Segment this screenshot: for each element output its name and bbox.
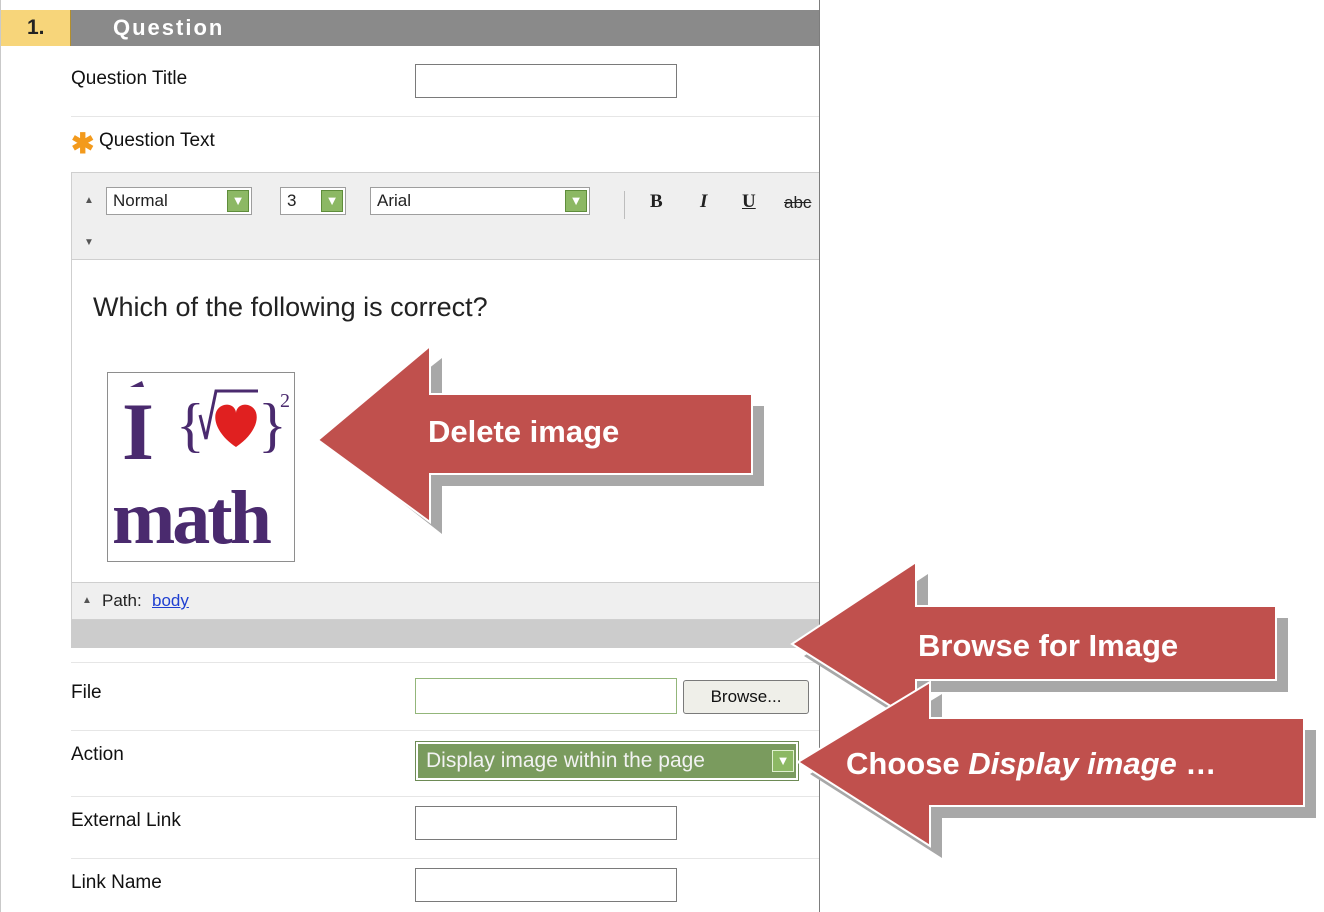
divider — [71, 858, 819, 859]
format-select[interactable]: Normal ▼ — [106, 187, 252, 215]
action-select-value-box: Display image within the page ▼ — [418, 744, 796, 778]
browse-for-image-callout-label: Browse for Image — [918, 628, 1179, 663]
chevron-down-icon: ▼ — [227, 190, 249, 212]
divider — [71, 116, 819, 117]
i-love-math-image: I { } 2 math — [108, 373, 294, 561]
image-word-math: math — [112, 476, 272, 560]
collapse-up-icon[interactable]: ▲ — [84, 195, 94, 206]
choose-italic: Display image — [968, 746, 1177, 781]
question-number: 1. — [1, 10, 71, 46]
bold-button[interactable]: B — [650, 191, 663, 213]
divider — [71, 662, 819, 663]
link-name-input[interactable] — [415, 868, 677, 902]
question-title-input[interactable] — [415, 64, 677, 98]
path-label: Path: — [102, 591, 142, 610]
font-size-select-value: 3 — [287, 191, 297, 210]
link-name-label: Link Name — [71, 872, 162, 893]
choose-prefix: Choose — [846, 746, 969, 781]
image-exponent: 2 — [280, 390, 290, 412]
required-star-icon: ✱ — [71, 128, 95, 159]
question-header-title: Question — [113, 15, 225, 40]
font-family-select-value: Arial — [377, 191, 412, 210]
italic-button[interactable]: I — [700, 191, 707, 213]
external-link-label: External Link — [71, 810, 181, 831]
collapse-up-icon[interactable]: ▲ — [82, 595, 92, 606]
expand-down-icon[interactable]: ▼ — [84, 237, 94, 248]
chevron-down-icon: ▼ — [321, 190, 343, 212]
divider — [71, 796, 819, 797]
path-body-link[interactable]: body — [152, 591, 189, 611]
editor-path-bar: ▲ Path: body — [71, 582, 819, 620]
question-text-label: Question Text — [99, 130, 215, 151]
font-size-select[interactable]: 3 ▼ — [280, 187, 346, 215]
editor-resize-bar[interactable] — [71, 620, 819, 648]
divider — [71, 730, 819, 731]
action-select-value: Display image within the page — [426, 749, 705, 772]
file-label: File — [71, 682, 102, 703]
question-body-text: Which of the following is correct? — [93, 292, 488, 322]
choose-suffix: … — [1176, 746, 1217, 781]
embedded-image[interactable]: I { } 2 math — [107, 372, 295, 562]
question-title-label: Question Title — [71, 68, 188, 89]
choose-display-image-callout-label: Choose Display image … — [846, 746, 1216, 782]
underline-button[interactable]: U — [742, 191, 756, 213]
action-select[interactable]: Display image within the page ▼ — [415, 741, 799, 781]
strikethrough-button[interactable]: abc — [784, 193, 811, 213]
file-path-input[interactable] — [415, 678, 677, 714]
format-select-value: Normal — [113, 191, 168, 210]
delete-image-callout-label: Delete image — [428, 414, 620, 449]
editor-toolbar: ▲ ▼ Normal ▼ 3 ▼ Arial ▼ B I U abc — [71, 172, 819, 260]
image-letter-i: I — [122, 386, 154, 477]
svg-text:{: { — [176, 392, 205, 458]
font-family-select[interactable]: Arial ▼ — [370, 187, 590, 215]
external-link-input[interactable] — [415, 806, 677, 840]
chevron-down-icon: ▼ — [565, 190, 587, 212]
toolbar-separator — [624, 191, 625, 219]
action-label: Action — [71, 744, 124, 765]
